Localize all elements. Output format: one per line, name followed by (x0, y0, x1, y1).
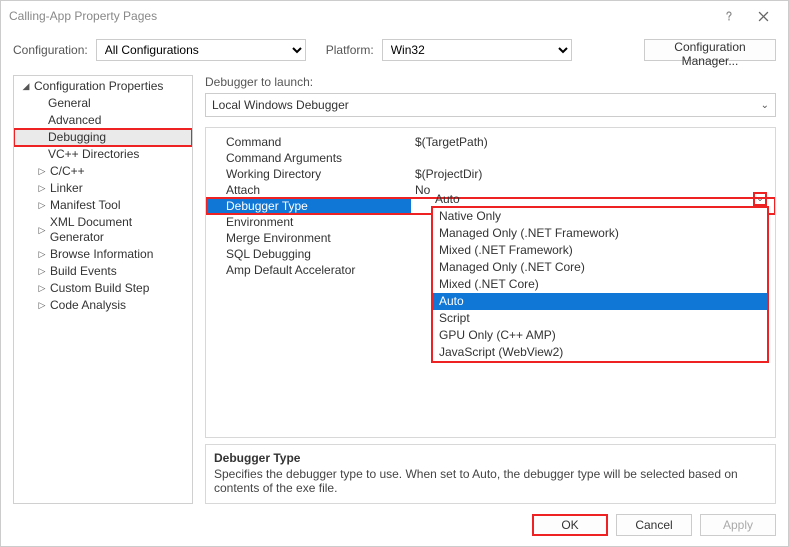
tree-item-general[interactable]: General (14, 95, 192, 112)
property-name: Attach (206, 183, 411, 197)
help-button[interactable] (712, 2, 746, 30)
tree-item-label: Build Events (50, 264, 117, 279)
tree-item-manifest-tool[interactable]: ▷Manifest Tool (14, 197, 192, 214)
tree-item-build-events[interactable]: ▷Build Events (14, 263, 192, 280)
description-text: Specifies the debugger type to use. When… (214, 467, 767, 495)
debugger-launch-combo[interactable]: Local Windows Debugger ⌄ (205, 93, 776, 117)
tree-item-label: Code Analysis (50, 298, 126, 313)
description-box: Debugger Type Specifies the debugger typ… (205, 444, 776, 504)
tree-item-label: XML Document Generator (50, 215, 188, 245)
expander-icon[interactable]: ▷ (36, 223, 48, 238)
property-row-working-directory[interactable]: Working Directory$(ProjectDir) (206, 166, 775, 182)
dropdown-option-auto[interactable]: Auto (433, 293, 767, 310)
tree-item-label: Custom Build Step (50, 281, 149, 296)
property-name: Merge Environment (206, 231, 411, 245)
tree-item-debugging[interactable]: Debugging (14, 129, 192, 146)
expander-icon[interactable]: ▷ (36, 298, 48, 313)
tree-item-browse-information[interactable]: ▷Browse Information (14, 246, 192, 263)
dropdown-option-managed-only-net-framework-[interactable]: Managed Only (.NET Framework) (433, 225, 767, 242)
cancel-button[interactable]: Cancel (616, 514, 692, 536)
ok-button[interactable]: OK (532, 514, 608, 536)
config-row: Configuration: All Configurations Platfo… (1, 31, 788, 75)
config-label: Configuration: (13, 43, 88, 57)
tree-item-advanced[interactable]: Advanced (14, 112, 192, 129)
expander-icon[interactable]: ▷ (36, 164, 48, 179)
tree-item-label: Manifest Tool (50, 198, 120, 213)
property-grid[interactable]: Command$(TargetPath)Command ArgumentsWor… (205, 127, 776, 438)
tree-item-c-c-[interactable]: ▷C/C++ (14, 163, 192, 180)
tree-item-linker[interactable]: ▷Linker (14, 180, 192, 197)
dropdown-option-mixed-net-framework-[interactable]: Mixed (.NET Framework) (433, 242, 767, 259)
tree-item-label: Debugging (48, 130, 106, 145)
config-tree[interactable]: ◢ Configuration Properties General Advanc… (13, 75, 193, 504)
tree-item-label: General (48, 96, 91, 111)
right-pane: Debugger to launch: Local Windows Debugg… (205, 75, 776, 504)
dropdown-option-javascript-webview2-[interactable]: JavaScript (WebView2) (433, 344, 767, 361)
property-name: Amp Default Accelerator (206, 263, 411, 277)
property-value[interactable]: $(TargetPath) (411, 135, 775, 149)
tree-item-label: Browse Information (50, 247, 153, 262)
debugger-launch-label: Debugger to launch: (205, 75, 776, 89)
dropdown-option-managed-only-net-core-[interactable]: Managed Only (.NET Core) (433, 259, 767, 276)
expander-icon[interactable]: ▷ (36, 264, 48, 279)
property-name: Working Directory (206, 167, 411, 181)
debugger-launch-value: Local Windows Debugger (212, 98, 349, 112)
platform-label: Platform: (326, 43, 374, 57)
property-value[interactable]: $(ProjectDir) (411, 167, 775, 181)
expander-icon[interactable]: ▷ (36, 181, 48, 196)
property-name: SQL Debugging (206, 247, 411, 261)
dropdown-option-native-only[interactable]: Native Only (433, 208, 767, 225)
debugger-type-dropdown[interactable]: Native OnlyManaged Only (.NET Framework)… (431, 206, 769, 363)
description-title: Debugger Type (214, 451, 767, 465)
property-name: Debugger Type (206, 199, 411, 213)
dropdown-option-script[interactable]: Script (433, 310, 767, 327)
expander-icon[interactable]: ▷ (36, 281, 48, 296)
tree-item-xml-document-generator[interactable]: ▷XML Document Generator (14, 214, 192, 246)
dropdown-option-mixed-net-core-[interactable]: Mixed (.NET Core) (433, 276, 767, 293)
expander-icon[interactable]: ▷ (36, 247, 48, 262)
tree-item-vc-directories[interactable]: VC++ Directories (14, 146, 192, 163)
tree-root-label: Configuration Properties (34, 79, 163, 94)
expander-icon[interactable]: ▷ (36, 198, 48, 213)
tree-root[interactable]: ◢ Configuration Properties (14, 78, 192, 95)
body-area: ◢ Configuration Properties General Advanc… (1, 75, 788, 504)
property-pages-dialog: { "title": "Calling-App Property Pages",… (0, 0, 789, 547)
tree-item-label: VC++ Directories (48, 147, 139, 162)
property-row-command[interactable]: Command$(TargetPath) (206, 134, 775, 150)
property-name: Command (206, 135, 411, 149)
tree-item-custom-build-step[interactable]: ▷Custom Build Step (14, 280, 192, 297)
platform-combo[interactable]: Win32 (382, 39, 572, 61)
close-button[interactable] (746, 2, 780, 30)
property-name: Command Arguments (206, 151, 411, 165)
dropdown-toggle[interactable]: ⌄ (753, 192, 767, 206)
dropdown-option-gpu-only-c-amp-[interactable]: GPU Only (C++ AMP) (433, 327, 767, 344)
property-row-command-arguments[interactable]: Command Arguments (206, 150, 775, 166)
debugger-type-current-value: Auto (435, 192, 460, 206)
titlebar: Calling-App Property Pages (1, 1, 788, 31)
window-title: Calling-App Property Pages (9, 9, 712, 23)
expander-icon[interactable]: ◢ (20, 79, 32, 94)
configuration-combo[interactable]: All Configurations (96, 39, 306, 61)
config-manager-button[interactable]: Configuration Manager... (644, 39, 776, 61)
chevron-down-icon: ⌄ (761, 100, 769, 111)
debugger-type-value-cell[interactable]: Auto ⌄ (431, 190, 769, 207)
tree-item-label: C/C++ (50, 164, 85, 179)
tree-item-code-analysis[interactable]: ▷Code Analysis (14, 297, 192, 314)
apply-button[interactable]: Apply (700, 514, 776, 536)
property-name: Environment (206, 215, 411, 229)
tree-item-label: Linker (50, 181, 83, 196)
tree-item-label: Advanced (48, 113, 101, 128)
footer: OK Cancel Apply (1, 504, 788, 546)
